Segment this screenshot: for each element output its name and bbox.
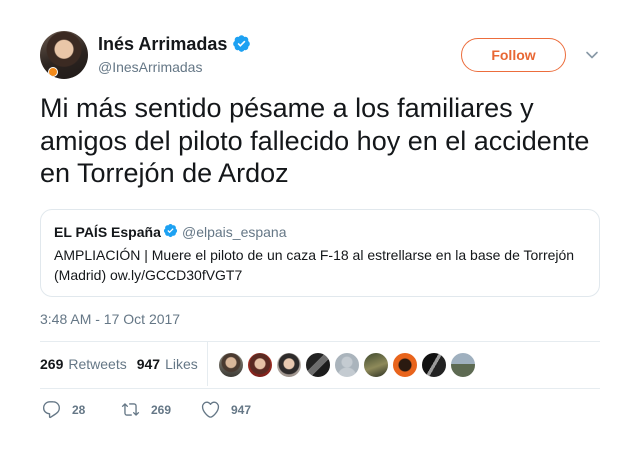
- retweets-stat[interactable]: 269 Retweets: [40, 356, 127, 372]
- likes-stat[interactable]: 947 Likes: [137, 356, 198, 372]
- liker-avatar[interactable]: [334, 352, 360, 378]
- tweet-timestamp[interactable]: 3:48 AM - 17 Oct 2017: [40, 311, 180, 327]
- like-action[interactable]: 947: [201, 400, 251, 419]
- liker-avatar[interactable]: [276, 352, 302, 378]
- divider-top: [40, 341, 600, 342]
- quoted-tweet[interactable]: EL PAÍS España @elpais_espana AMPLIACIÓN…: [40, 209, 600, 297]
- retweet-count: 269: [151, 402, 172, 417]
- liker-avatar[interactable]: [421, 352, 447, 378]
- retweets-stat-label: Retweets: [68, 356, 127, 372]
- retweets-stat-count: 269: [40, 356, 64, 372]
- tweet-stats: 269 Retweets 947 Likes: [40, 356, 208, 372]
- author-avatar[interactable]: [40, 31, 88, 79]
- likes-stat-label: Likes: [165, 356, 198, 372]
- heart-icon: [201, 401, 220, 418]
- reply-action[interactable]: 28: [42, 400, 85, 419]
- liker-avatar[interactable]: [450, 352, 476, 378]
- liker-avatar[interactable]: [305, 352, 331, 378]
- chevron-down-icon[interactable]: [585, 48, 599, 62]
- author-handle[interactable]: @InesArrimadas: [98, 58, 202, 76]
- verified-badge-icon: [233, 35, 250, 52]
- retweet-icon: [121, 403, 140, 416]
- divider-bottom: [40, 388, 600, 389]
- liker-avatar[interactable]: [392, 352, 418, 378]
- quoted-author-handle: @elpais_espana: [182, 224, 287, 240]
- likes-stat-count: 947: [136, 356, 161, 372]
- liker-avatar[interactable]: [218, 352, 244, 378]
- like-count: 947: [231, 402, 252, 417]
- retweet-action[interactable]: 269: [121, 400, 171, 419]
- avatar-badge-icon: [48, 67, 58, 77]
- quoted-author-name: EL PAÍS España: [54, 224, 161, 240]
- quoted-text: AMPLIACIÓN | Muere el piloto de un caza …: [54, 247, 575, 283]
- stats-separator: [207, 342, 208, 386]
- author-name[interactable]: Inés Arrimadas: [98, 33, 227, 55]
- tweet-text: Mi más sentido pésame a los familiares y…: [40, 93, 590, 188]
- reply-icon: [42, 401, 60, 419]
- quoted-verified-badge-icon: [163, 223, 178, 238]
- follow-button[interactable]: Follow: [461, 38, 566, 72]
- tweet-card: Inés Arrimadas @InesArrimadas Follow Mi …: [0, 0, 640, 450]
- liker-avatar[interactable]: [247, 352, 273, 378]
- reply-count: 28: [72, 402, 86, 417]
- liker-avatar[interactable]: [363, 352, 389, 378]
